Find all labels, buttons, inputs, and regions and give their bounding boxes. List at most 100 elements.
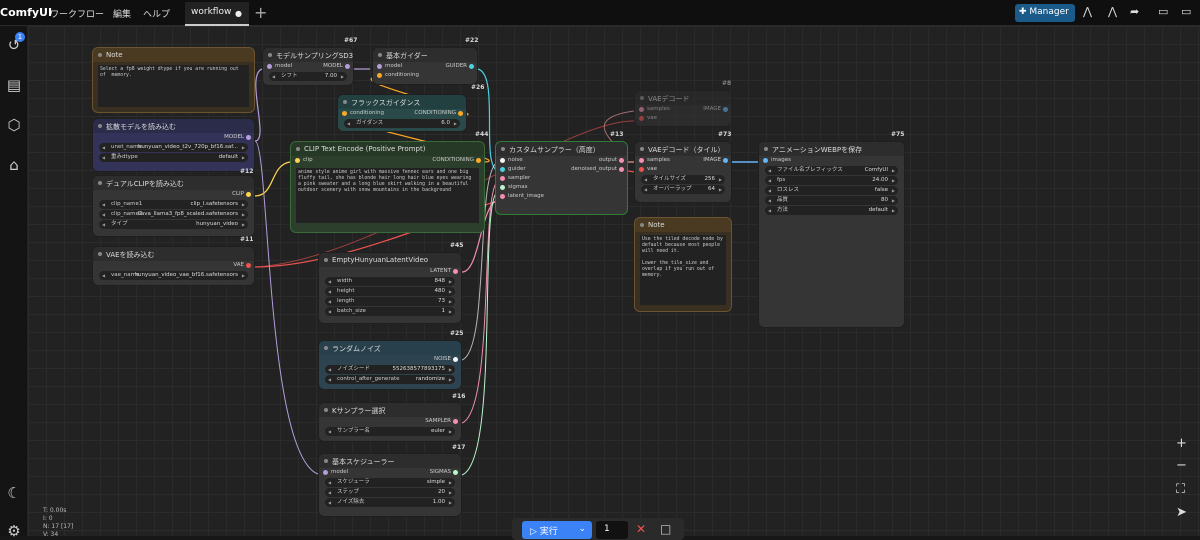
control-after-generate-widget[interactable]: control_after_generaterandomize: [325, 375, 455, 384]
basic-scheduler-node[interactable]: 基本スケジューラー modelSIGMAS スケジューラsimple ステップ2…: [318, 453, 462, 517]
stop-icon[interactable]: □: [660, 522, 671, 536]
input-conditioning[interactable]: conditioning: [373, 71, 477, 80]
quality-widget[interactable]: 品質80: [765, 196, 898, 205]
fit-view-icon[interactable]: ⛶: [1176, 482, 1185, 497]
dual-clip-loader-node[interactable]: デュアルCLIPを読み込む CLIP clip_name1clip_l.safe…: [92, 175, 255, 237]
zoom-in-icon[interactable]: +: [1176, 436, 1187, 451]
input-model[interactable]: model GUIDER: [373, 62, 477, 71]
clip-text-encode-node[interactable]: CLIP Text Encode (Positive Prompt) clip C…: [290, 141, 485, 233]
overlap-widget[interactable]: オーバーラップ64: [641, 185, 725, 194]
note-text[interactable]: Use the tiled decode node by default bec…: [640, 235, 726, 305]
output-clip[interactable]: CLIP: [93, 190, 254, 199]
input-noise[interactable]: noise output: [496, 156, 627, 165]
empty-hunyuan-latent-node[interactable]: EmptyHunyuanLatentVideo LATENT width848 …: [318, 252, 462, 324]
node-title: ランダムノイズ: [319, 341, 461, 355]
sampler-custom-advanced-node[interactable]: カスタムサンプラー（高度） noise output guider denoised…: [495, 141, 628, 215]
vae-decode-node[interactable]: VAEデコード samples IMAGE vae: [634, 90, 732, 127]
cube-icon[interactable]: ⬡: [5, 116, 23, 134]
output-latent[interactable]: LATENT: [319, 267, 461, 276]
tile-size-widget[interactable]: タイルサイズ256: [641, 175, 725, 184]
layout-icon[interactable]: ▭: [1181, 5, 1191, 18]
scheduler-widget[interactable]: スケジューラsimple: [325, 478, 455, 487]
load-vae-node[interactable]: VAEを読み込む VAE vae_namehunyuan_video_vae_b…: [92, 246, 255, 286]
output-sampler[interactable]: SAMPLER: [319, 417, 461, 426]
noise-seed-widget[interactable]: ノイズシード552638577893175: [325, 365, 455, 374]
input-vae[interactable]: vae: [635, 114, 731, 123]
left-sidebar: ↺ ▤ ⬡ ⌂ ☾ ⚙: [0, 26, 28, 540]
shift-widget[interactable]: シフト7.00: [269, 72, 347, 81]
sampler-name-widget[interactable]: サンプラー名euler: [325, 427, 455, 436]
random-noise-node[interactable]: ランダムノイズ NOISE ノイズシード552638577893175 cont…: [318, 340, 462, 390]
weight-dtype-widget[interactable]: 重みdtypedefault: [99, 153, 248, 162]
height-widget[interactable]: height480: [325, 287, 455, 296]
steps-widget[interactable]: ステップ20: [325, 488, 455, 497]
input-sigmas[interactable]: sigmas: [496, 183, 627, 192]
batch-size-widget[interactable]: batch_size1: [325, 307, 455, 316]
node-id: #12: [240, 168, 254, 175]
unet-name-widget[interactable]: unet_namehunyuan_video_t2v_720p_bf16.saf…: [99, 143, 248, 152]
method-widget[interactable]: 方法default: [765, 206, 898, 215]
clip-name2-widget[interactable]: clip_name2llava_llama3_fp8_scaled.safete…: [99, 210, 248, 219]
node-id: #13: [610, 131, 624, 138]
note-text[interactable]: Select a fp8 weight dtype if you are run…: [98, 65, 249, 107]
input-latent-image[interactable]: latent_image: [496, 192, 627, 201]
panel-icon[interactable]: ▭: [1158, 5, 1168, 18]
zoom-out-icon[interactable]: −: [1176, 458, 1187, 473]
width-widget[interactable]: width848: [325, 277, 455, 286]
cancel-icon[interactable]: ✕: [636, 522, 646, 536]
batch-count-input[interactable]: 1: [596, 521, 628, 539]
new-tab-button[interactable]: +: [254, 3, 267, 22]
document-icon[interactable]: ▤: [5, 76, 23, 94]
vae-name-widget[interactable]: vae_namehunyuan_video_vae_bf16.safetenso…: [99, 271, 248, 280]
ksampler-select-node[interactable]: Kサンプラー選択 SAMPLER サンプラー名euler: [318, 402, 462, 442]
input-sampler[interactable]: sampler: [496, 174, 627, 183]
settings-icon[interactable]: ⚙: [5, 522, 23, 540]
load-diffusion-model-node[interactable]: 拡散モデルを読み込む MODEL unet_namehunyuan_video_…: [92, 118, 255, 172]
input-samples[interactable]: samples IMAGE: [635, 156, 731, 165]
vae-decode-tiled-node[interactable]: VAEデコード（タイル） samplesIMAGE vae タイルサイズ256 …: [634, 141, 732, 203]
note-node-tiled-decode[interactable]: Note Use the tiled decode node by defaul…: [634, 217, 732, 312]
menu-workflow[interactable]: ワークフロー: [50, 7, 104, 20]
input-images[interactable]: images: [759, 156, 904, 165]
clip-name1-widget[interactable]: clip_name1clip_l.safetensors: [99, 200, 248, 209]
node2-icon[interactable]: ⋀: [1108, 5, 1117, 18]
basic-guider-node[interactable]: 基本ガイダー model GUIDER conditioning: [372, 47, 478, 85]
share-icon[interactable]: ➦: [1130, 5, 1139, 18]
output-model[interactable]: MODEL: [93, 133, 254, 142]
menu-help[interactable]: ヘルプ: [143, 7, 170, 20]
filename-prefix-widget[interactable]: ファイル名プレフィックスComfyUI: [765, 166, 898, 175]
run-button[interactable]: ▷ 実行 ⌄: [522, 521, 592, 539]
flux-guidance-node[interactable]: フラックスガイダンス conditioningCONDITIONING ガイダン…: [337, 94, 467, 132]
manager-button[interactable]: ✚ Manager: [1015, 4, 1075, 22]
output-noise[interactable]: NOISE: [319, 355, 461, 364]
select-mode-icon[interactable]: ➤: [1176, 505, 1187, 520]
save-animated-webp-node[interactable]: アニメーションWEBPを保存 images ファイル名プレフィックスComfyU…: [758, 141, 905, 328]
node-title: デュアルCLIPを読み込む: [93, 176, 254, 190]
prompt-textarea[interactable]: anime style anime girl with massive fenn…: [296, 168, 479, 223]
node-icon[interactable]: ⋀: [1083, 5, 1092, 18]
fps-widget[interactable]: fps24.00: [765, 176, 898, 185]
input-vae[interactable]: vae: [635, 165, 731, 174]
menu-edit[interactable]: 編集: [113, 7, 131, 20]
folder-icon[interactable]: ⌂: [5, 156, 23, 174]
model-sampling-sd3-node[interactable]: モデルサンプリングSD3 modelMODEL シフト7.00: [262, 47, 354, 86]
input-samples[interactable]: samples IMAGE: [635, 105, 731, 114]
type-widget[interactable]: タイプhunyuan_video: [99, 220, 248, 229]
input-clip[interactable]: clip CONDITIONING: [291, 156, 484, 165]
input-conditioning[interactable]: conditioning CONDITIONING: [338, 109, 466, 118]
note-node-memory[interactable]: Note Select a fp8 weight dtype if you ar…: [92, 47, 255, 113]
output-vae[interactable]: VAE: [93, 261, 254, 270]
node-id: #75: [891, 131, 905, 138]
input-model[interactable]: model SIGMAS: [319, 468, 461, 477]
moon-icon[interactable]: ☾: [5, 484, 23, 502]
denoise-widget[interactable]: ノイズ除去1.00: [325, 498, 455, 507]
length-widget[interactable]: length73: [325, 297, 455, 306]
input-guider[interactable]: guider denoised_output: [496, 165, 627, 174]
lossless-widget[interactable]: ロスレスfalse: [765, 186, 898, 195]
tab-workflow[interactable]: workflow ●: [185, 2, 249, 26]
guidance-widget[interactable]: ガイダンス6.0: [344, 119, 460, 128]
node-id: #25: [450, 330, 464, 337]
input-model[interactable]: model MODEL: [263, 62, 353, 71]
node-id: #67: [344, 37, 358, 44]
chevron-down-icon[interactable]: ⌄: [578, 524, 586, 534]
